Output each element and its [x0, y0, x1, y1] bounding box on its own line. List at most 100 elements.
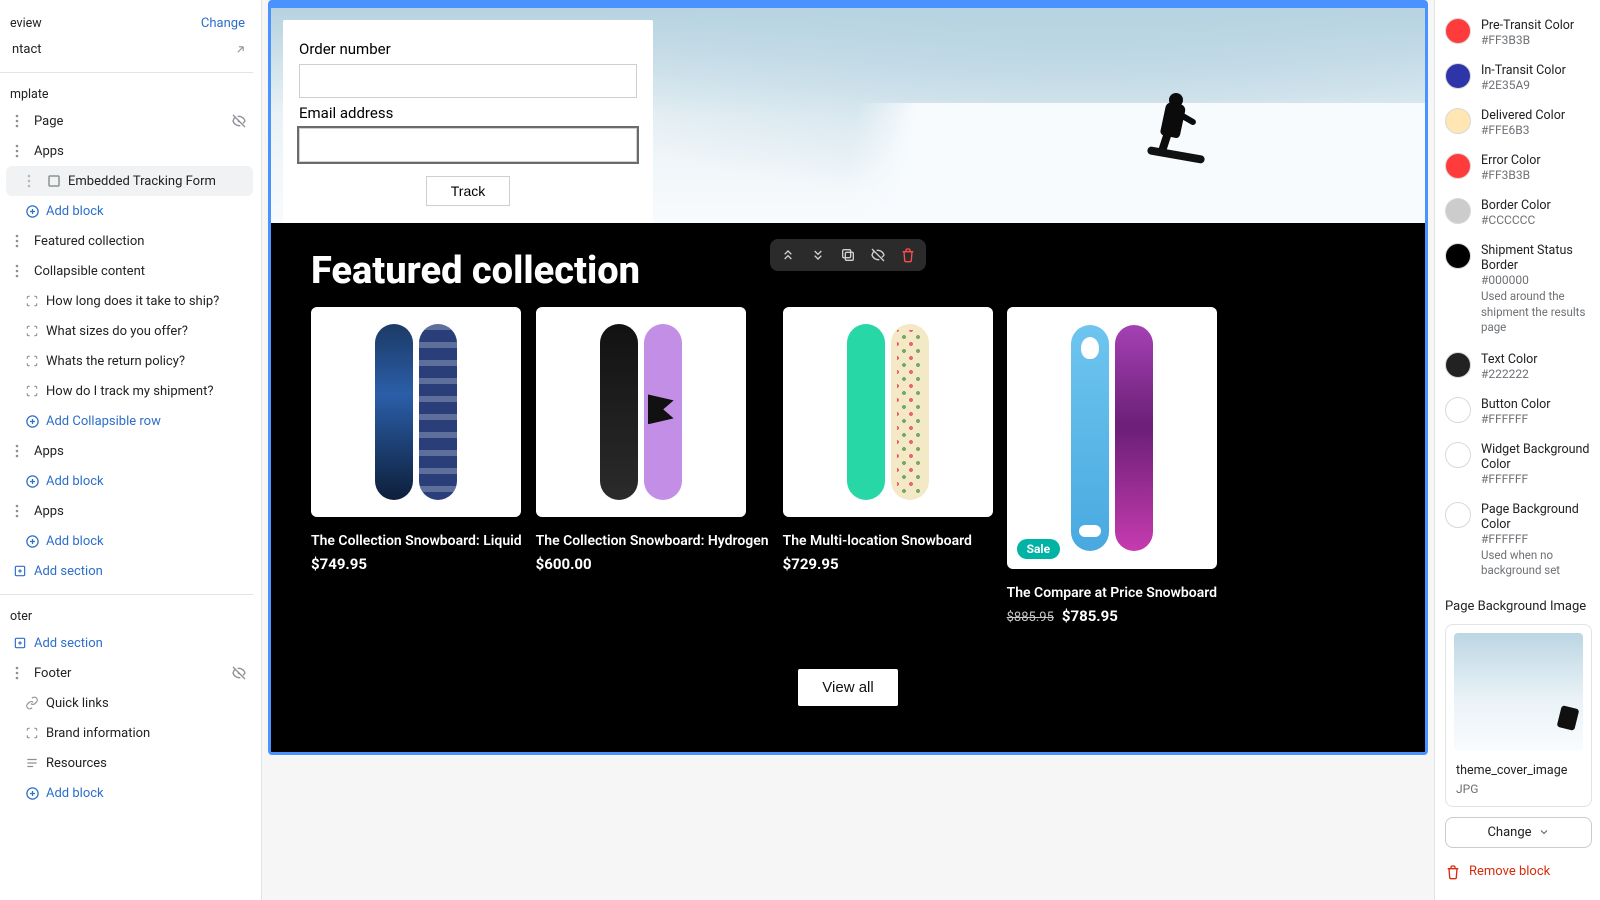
color-swatch[interactable]	[1445, 108, 1471, 134]
order-number-label: Order number	[299, 40, 637, 58]
product-title: The Collection Snowboard: Hydrogen	[536, 533, 769, 549]
color-row-7[interactable]: Button Color#FFFFFF	[1443, 391, 1600, 436]
section-collapsible-content[interactable]: Collapsible content	[6, 256, 253, 286]
product-price: $729.95	[783, 555, 993, 573]
remove-block-button[interactable]: Remove block	[1443, 848, 1600, 888]
color-row-1[interactable]: In-Transit Color#2E35A9	[1443, 57, 1600, 102]
product-3[interactable]: Sale The Compare at Price Snowboard $885…	[1007, 307, 1217, 625]
add-collapsible-row[interactable]: Add Collapsible row	[6, 406, 253, 436]
color-name: Border Color	[1481, 198, 1551, 213]
bracket-icon	[24, 725, 40, 741]
tracking-form: Order number Email address Track	[283, 20, 653, 224]
external-icon	[234, 43, 247, 56]
product-1[interactable]: The Collection Snowboard: Hydrogen $600.…	[536, 307, 769, 625]
add-section-footer[interactable]: Add section	[6, 628, 253, 658]
color-swatch[interactable]	[1445, 352, 1471, 378]
plus-circle-icon	[24, 473, 40, 489]
snowboarder-graphic	[1145, 93, 1205, 173]
view-all-button[interactable]: View all	[798, 669, 897, 706]
bg-file-type: JPG	[1456, 782, 1581, 796]
color-name: Shipment Status Border	[1481, 243, 1594, 273]
bracket-icon	[24, 353, 40, 369]
link-icon	[24, 695, 40, 711]
product-0[interactable]: The Collection Snowboard: Liquid $749.95	[311, 307, 522, 625]
change-image-button[interactable]: Change	[1445, 817, 1592, 848]
product-2[interactable]: The Multi-location Snowboard $729.95	[783, 307, 993, 625]
bg-image-thumb[interactable]	[1454, 633, 1583, 751]
drag-icon	[12, 665, 28, 681]
color-swatch[interactable]	[1445, 153, 1471, 179]
delete-icon[interactable]	[898, 245, 918, 265]
footer-brand-info[interactable]: Brand information	[6, 718, 253, 748]
plus-circle-icon	[24, 533, 40, 549]
color-row-8[interactable]: Widget Background Color#FFFFFF	[1443, 436, 1600, 496]
footer-resources[interactable]: Resources	[6, 748, 253, 778]
section-page[interactable]: Page	[6, 106, 253, 136]
block-embedded-tracking-form[interactable]: Embedded Tracking Form	[6, 166, 253, 196]
color-swatch[interactable]	[1445, 63, 1471, 89]
add-block-1[interactable]: Add block	[6, 196, 253, 226]
drag-icon	[12, 443, 28, 459]
color-row-4[interactable]: Border Color#CCCCCC	[1443, 192, 1600, 237]
product-title: The Compare at Price Snowboard	[1007, 585, 1217, 601]
section-featured-collection[interactable]: Featured collection	[6, 226, 253, 256]
email-label: Email address	[299, 104, 637, 122]
bracket-icon	[24, 323, 40, 339]
lines-icon	[24, 755, 40, 771]
duplicate-icon[interactable]	[838, 245, 858, 265]
color-row-0[interactable]: Pre-Transit Color#FF3B3B	[1443, 12, 1600, 57]
color-name: Pre-Transit Color	[1481, 18, 1574, 33]
contact-item[interactable]: ntact	[6, 35, 253, 64]
change-link[interactable]: Change	[201, 16, 245, 31]
color-swatch[interactable]	[1445, 502, 1471, 528]
add-block-footer[interactable]: Add block	[6, 778, 253, 808]
color-swatch[interactable]	[1445, 198, 1471, 224]
color-swatch[interactable]	[1445, 442, 1471, 468]
left-sidebar: eview Change ntact mplate Page Apps Embe…	[0, 0, 262, 900]
move-down-icon[interactable]	[808, 245, 828, 265]
section-apps-3[interactable]: Apps	[6, 496, 253, 526]
hide-icon[interactable]	[868, 245, 888, 265]
color-swatch[interactable]	[1445, 243, 1471, 269]
email-input[interactable]	[299, 128, 637, 162]
color-hex: #FFFFFF	[1481, 532, 1594, 546]
move-up-icon[interactable]	[778, 245, 798, 265]
section-apps[interactable]: Apps	[6, 136, 253, 166]
drag-icon	[12, 143, 28, 159]
color-name: Button Color	[1481, 397, 1551, 412]
color-hex: #000000	[1481, 273, 1594, 287]
faq-row-1[interactable]: What sizes do you offer?	[6, 316, 253, 346]
color-row-5[interactable]: Shipment Status Border#000000 Used around…	[1443, 237, 1600, 346]
color-hex: #CCCCCC	[1481, 213, 1551, 227]
trash-icon	[1445, 864, 1461, 880]
drag-icon	[12, 263, 28, 279]
track-button[interactable]: Track	[426, 176, 510, 206]
color-swatch[interactable]	[1445, 18, 1471, 44]
bracket-icon	[24, 293, 40, 309]
color-swatch[interactable]	[1445, 397, 1471, 423]
plus-section-icon	[12, 563, 28, 579]
section-apps-2[interactable]: Apps	[6, 436, 253, 466]
faq-row-0[interactable]: How long does it take to ship?	[6, 286, 253, 316]
footer-section[interactable]: Footer	[6, 658, 253, 688]
color-row-3[interactable]: Error Color#FF3B3B	[1443, 147, 1600, 192]
color-name: In-Transit Color	[1481, 63, 1566, 78]
color-desc: Used around the shipment the results pag…	[1481, 289, 1594, 336]
color-row-2[interactable]: Delivered Color#FFE6B3	[1443, 102, 1600, 147]
color-hex: #FF3B3B	[1481, 33, 1574, 47]
add-block-2[interactable]: Add block	[6, 466, 253, 496]
drag-icon	[24, 173, 40, 189]
faq-row-2[interactable]: Whats the return policy?	[6, 346, 253, 376]
sale-badge: Sale	[1017, 539, 1060, 559]
bg-image-card: theme_cover_image JPG	[1445, 624, 1592, 807]
color-row-6[interactable]: Text Color#222222	[1443, 346, 1600, 391]
order-number-input[interactable]	[299, 64, 637, 98]
footer-quick-links[interactable]: Quick links	[6, 688, 253, 718]
add-section-1[interactable]: Add section	[6, 556, 253, 586]
color-row-9[interactable]: Page Background Color#FFFFFFUsed when no…	[1443, 496, 1600, 589]
product-title: The Multi-location Snowboard	[783, 533, 993, 549]
faq-row-3[interactable]: How do I track my shipment?	[6, 376, 253, 406]
preview-heading: eview	[10, 16, 42, 31]
bg-file-name: theme_cover_image	[1456, 763, 1581, 778]
add-block-3[interactable]: Add block	[6, 526, 253, 556]
